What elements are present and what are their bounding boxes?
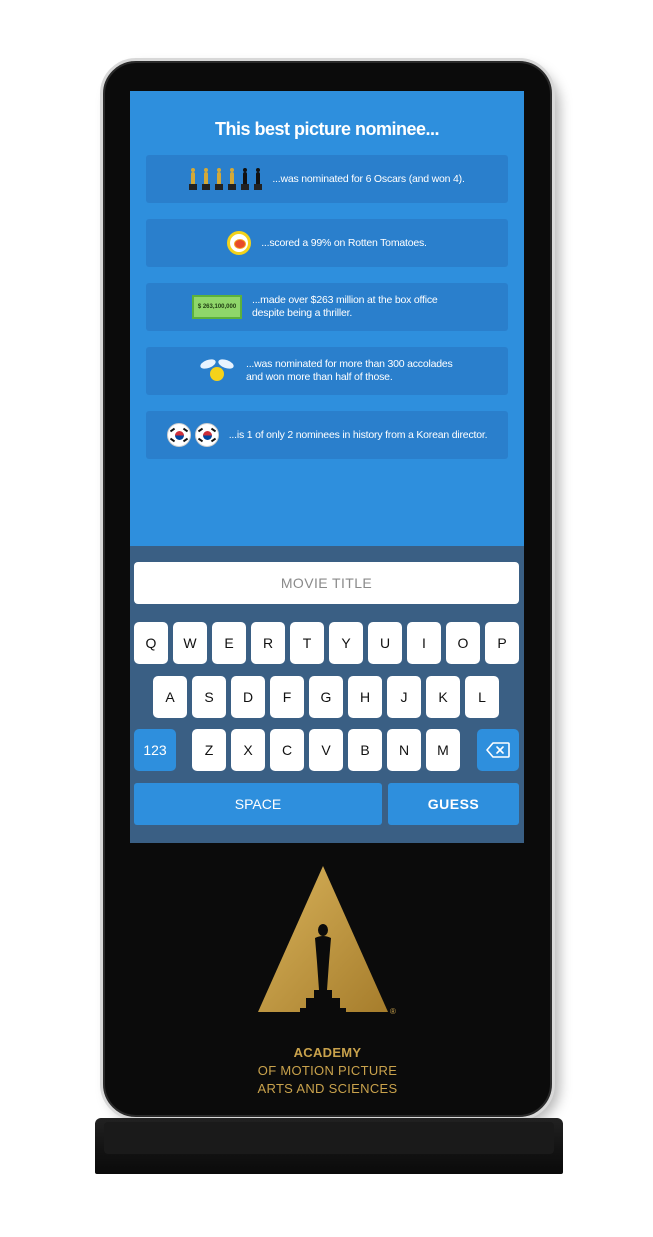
key-s[interactable]: S [192, 676, 226, 718]
backspace-key[interactable] [477, 729, 519, 771]
clue-card-rotten-tomatoes: ...scored a 99% on Rotten Tomatoes. [146, 219, 508, 267]
clue-text: ...was nominated for more than 300 accol… [246, 358, 453, 383]
clue-card-box-office: $ 263,100,000 ...made over $263 million … [146, 283, 508, 331]
key-c[interactable]: C [270, 729, 304, 771]
key-t[interactable]: T [290, 622, 324, 664]
numbers-key[interactable]: 123 [134, 729, 176, 771]
academy-name-line2: OF MOTION PICTURE [257, 1063, 398, 1078]
key-i[interactable]: I [407, 622, 441, 664]
page-title: This best picture nominee... [214, 119, 440, 139]
korea-flags [166, 423, 219, 447]
key-g[interactable]: G [309, 676, 343, 718]
clue-text: ...scored a 99% on Rotten Tomatoes. [261, 236, 427, 249]
key-b[interactable]: B [348, 729, 382, 771]
key-k[interactable]: K [426, 676, 460, 718]
space-key[interactable]: SPACE [134, 783, 382, 825]
key-q[interactable]: Q [134, 622, 168, 664]
korea-flag-icon [194, 423, 219, 447]
key-v[interactable]: V [309, 729, 343, 771]
movie-title-input[interactable] [134, 562, 519, 604]
on-screen-keyboard: Q W E R T Y U I O P A S D F G H J K L 12… [130, 546, 524, 843]
kiosk-stand-top [104, 1122, 554, 1154]
academy-name-line1: ACADEMY [293, 1045, 362, 1060]
key-e[interactable]: E [212, 622, 246, 664]
key-d[interactable]: D [231, 676, 265, 718]
key-o[interactable]: O [446, 622, 480, 664]
key-h[interactable]: H [348, 676, 382, 718]
clue-text: ...is 1 of only 2 nominees in history fr… [228, 428, 488, 441]
key-m[interactable]: M [426, 729, 460, 771]
clue-text: ...made over $263 million at the box off… [252, 294, 438, 319]
oscar-won-icon [202, 168, 211, 190]
key-u[interactable]: U [368, 622, 402, 664]
key-z[interactable]: Z [192, 729, 226, 771]
clue-card-oscars: ...was nominated for 6 Oscars (and won 4… [146, 155, 508, 203]
firefly-icon [198, 356, 236, 386]
clue-card-korean-director: ...is 1 of only 2 nominees in history fr… [146, 411, 508, 459]
key-n[interactable]: N [387, 729, 421, 771]
oscar-won-icon [228, 168, 237, 190]
backspace-icon [486, 742, 510, 758]
registered-mark: ® [390, 1007, 396, 1016]
key-l[interactable]: L [465, 676, 499, 718]
oscar-nominated-icon [254, 168, 263, 190]
kiosk-screen: This best picture nominee... ...was nomi… [130, 91, 524, 843]
oscar-nominated-icon [241, 168, 250, 190]
money-bill-icon: $ 263,100,000 [192, 295, 242, 319]
rotten-tomatoes-icon [227, 231, 252, 255]
key-x[interactable]: X [231, 729, 265, 771]
key-w[interactable]: W [173, 622, 207, 664]
oscar-won-icon [189, 168, 198, 190]
key-f[interactable]: F [270, 676, 304, 718]
oscar-statuettes-icon [189, 168, 263, 190]
korea-flag-icon [166, 423, 191, 447]
academy-oscar-logo [258, 866, 388, 1012]
clue-text: ...was nominated for 6 Oscars (and won 4… [272, 172, 465, 185]
key-j[interactable]: J [387, 676, 421, 718]
academy-name-line3: ARTS AND SCIENCES [257, 1081, 398, 1096]
key-r[interactable]: R [251, 622, 285, 664]
key-p[interactable]: P [485, 622, 519, 664]
oscar-won-icon [215, 168, 224, 190]
guess-button[interactable]: GUESS [388, 783, 519, 825]
key-a[interactable]: A [153, 676, 187, 718]
money-bill-amount: $ 263,100,000 [197, 303, 237, 310]
key-y[interactable]: Y [329, 622, 363, 664]
clue-card-accolades: ...was nominated for more than 300 accol… [146, 347, 508, 395]
